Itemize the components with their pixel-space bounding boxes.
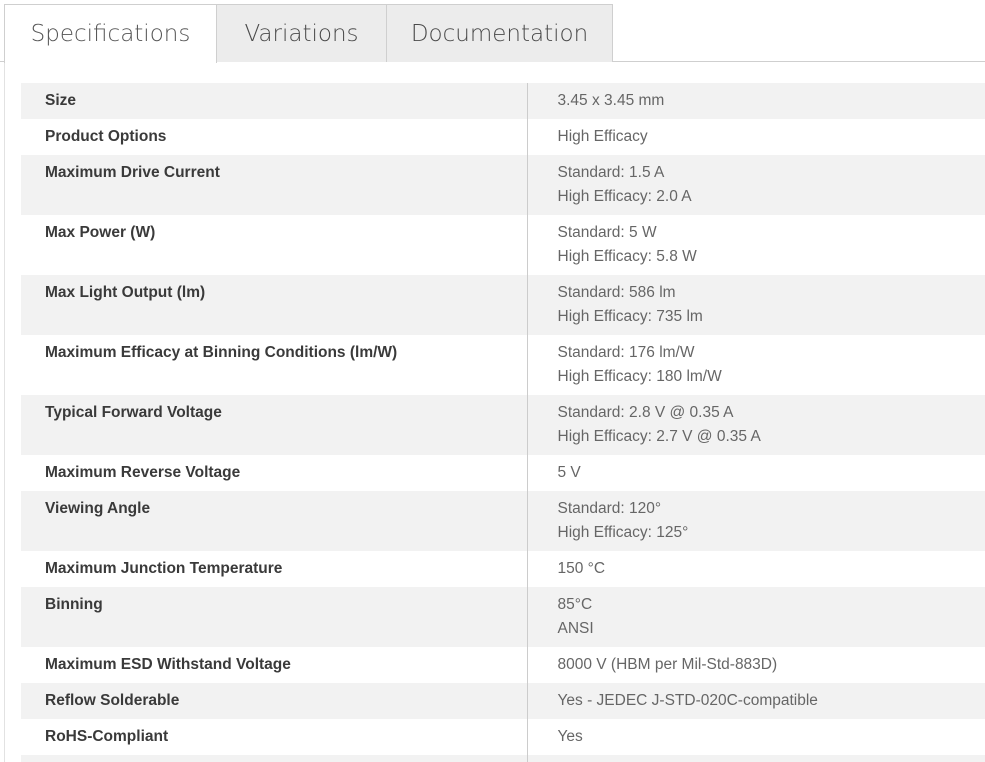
table-row: Product Options High Efficacy xyxy=(21,119,985,155)
table-row: Maximum Junction Temperature 150 °C xyxy=(21,551,985,587)
spec-value-line: ANSI xyxy=(557,620,594,637)
spec-label: Maximum Junction Temperature xyxy=(21,551,528,587)
spec-value-line: Standard: 1.5 A xyxy=(557,164,665,181)
spec-label: Maximum ESD Withstand Voltage xyxy=(21,647,528,683)
tab-documentation[interactable]: Documentation xyxy=(386,4,613,62)
spec-value-line: High Efficacy: 5.8 W xyxy=(557,248,697,265)
spec-value-line: 3.45 x 3.45 mm xyxy=(557,92,665,109)
table-row: Maximum ESD Withstand Voltage 8000 V (HBM… xyxy=(21,647,985,683)
table-row: Binning 85°C ANSI xyxy=(21,587,985,647)
spec-value: Standard: 5 W High Efficacy: 5.8 W xyxy=(527,215,985,275)
table-row: Size 3.45 x 3.45 mm xyxy=(21,83,985,119)
spec-value-line: Yes xyxy=(557,728,583,745)
table-row: Reflow Solderable Yes - JEDEC J-STD-020C-… xyxy=(21,683,985,719)
spec-label: Reflow Solderable xyxy=(21,683,528,719)
spec-value-line: High Efficacy: 180 lm/W xyxy=(557,368,722,385)
spec-value: Standard: 1.5 A High Efficacy: 2.0 A xyxy=(527,155,985,215)
table-row: Maximum Drive Current Standard: 1.5 A High… xyxy=(21,155,985,215)
spec-value: High Efficacy xyxy=(527,119,985,155)
table-row: Maximum Reverse Voltage 5 V xyxy=(21,455,985,491)
spec-value xyxy=(527,755,985,762)
spec-label: Max Power (W) xyxy=(21,215,528,275)
tab-specifications[interactable]: Specifications xyxy=(4,4,217,63)
spec-value: 85°C ANSI xyxy=(527,587,985,647)
spec-value-line: High Efficacy: 2.7 V @ 0.35 A xyxy=(557,428,761,445)
specifications-table-body: Size 3.45 x 3.45 mm Product Options High Ef… xyxy=(21,83,985,762)
spec-label: Maximum Efficacy at Binning Conditions (… xyxy=(21,335,528,395)
spec-label: Max Light Output (lm) xyxy=(21,275,528,335)
spec-value-line: Standard: 120° xyxy=(557,500,662,517)
spec-value-line: Standard: 586 lm xyxy=(557,284,676,301)
spec-value-line: Standard: 2.8 V @ 0.35 A xyxy=(557,404,734,421)
spec-value: Yes xyxy=(527,719,985,755)
spec-value: Standard: 2.8 V @ 0.35 A High Efficacy: 2… xyxy=(527,395,985,455)
table-row: Viewing Angle Standard: 120° High Efficacy… xyxy=(21,491,985,551)
spec-value: Standard: 120° High Efficacy: 125° xyxy=(527,491,985,551)
specifications-table: Size 3.45 x 3.45 mm Product Options High Ef… xyxy=(21,83,985,762)
spec-value-line: 150 °C xyxy=(557,560,606,577)
spec-value: Standard: 586 lm High Efficacy: 735 lm xyxy=(527,275,985,335)
spec-label: Product Options xyxy=(21,119,528,155)
spec-label: Viewing Angle xyxy=(21,491,528,551)
spec-value-line: 5 V xyxy=(557,464,581,481)
spec-label: Size xyxy=(21,83,528,119)
table-row: RoHS-Compliant Yes xyxy=(21,719,985,755)
spec-value-line: 85°C xyxy=(557,596,593,613)
spec-label: Typical Forward Voltage xyxy=(21,395,528,455)
spec-value: 8000 V (HBM per Mil-Std-883D) xyxy=(527,647,985,683)
panel-border xyxy=(4,62,5,762)
spec-value-line: 8000 V (HBM per Mil-Std-883D) xyxy=(557,656,778,673)
spec-value-line: Standard: 176 lm/W xyxy=(557,344,695,361)
spec-value-line: Standard: 5 W xyxy=(557,224,657,241)
table-row: Typical Forward Voltage Standard: 2.8 V @… xyxy=(21,395,985,455)
table-row: Max Light Output (lm) Standard: 586 lm Hig… xyxy=(21,275,985,335)
spec-label: RoHS-Compliant xyxy=(21,719,528,755)
spec-value: 150 °C xyxy=(527,551,985,587)
spec-value: Yes - JEDEC J-STD-020C-compatible xyxy=(527,683,985,719)
spec-value: 5 V xyxy=(527,455,985,491)
table-row: Maximum Efficacy at Binning Conditions (… xyxy=(21,335,985,395)
table-row-partial xyxy=(21,755,985,762)
spec-value: 3.45 x 3.45 mm xyxy=(527,83,985,119)
tab-variations[interactable]: Variations xyxy=(216,4,387,62)
spec-label xyxy=(21,755,528,762)
spec-value-line: High Efficacy xyxy=(557,128,648,145)
spec-value: Standard: 176 lm/W High Efficacy: 180 lm/… xyxy=(527,335,985,395)
spec-label: Maximum Drive Current xyxy=(21,155,528,215)
spec-label: Maximum Reverse Voltage xyxy=(21,455,528,491)
spec-label: Binning xyxy=(21,587,528,647)
spec-value-line: Yes - JEDEC J-STD-020C-compatible xyxy=(557,692,818,709)
spec-value-line: High Efficacy: 2.0 A xyxy=(557,188,692,205)
spec-value-line: High Efficacy: 735 lm xyxy=(557,308,703,325)
table-row: Max Power (W) Standard: 5 W High Efficacy:… xyxy=(21,215,985,275)
spec-value-line: High Efficacy: 125° xyxy=(557,524,689,541)
